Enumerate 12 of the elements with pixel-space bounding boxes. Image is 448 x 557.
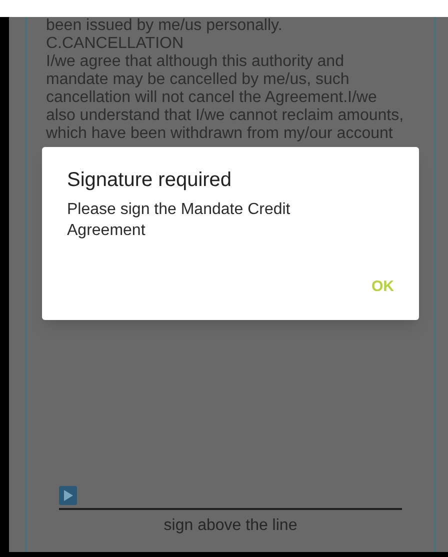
agreement-text-line: been issued by me/us personally. (46, 17, 284, 35)
agreement-text-line: C.CANCELLATION (46, 35, 185, 53)
play-icon[interactable] (59, 486, 77, 505)
dialog-title: Signature required (67, 168, 233, 193)
signature-caption: sign above the line (164, 516, 298, 536)
ok-button[interactable]: OK (364, 272, 402, 302)
agreement-text-line: which have been withdrawn from my/our account (46, 125, 394, 143)
dialog-message: Please sign the Mandate Credit Agreement (67, 200, 292, 241)
agreement-text-line: mandate may be cancelled by me/us, such (46, 71, 350, 89)
agreement-text-line: I/we agree that although this authority and (46, 53, 345, 71)
agreement-text-line: cancellation will not cancel the Agreement.I/we (46, 89, 378, 107)
agreement-text-line: also understand that I/we cannot reclaim amounts, (46, 107, 405, 125)
